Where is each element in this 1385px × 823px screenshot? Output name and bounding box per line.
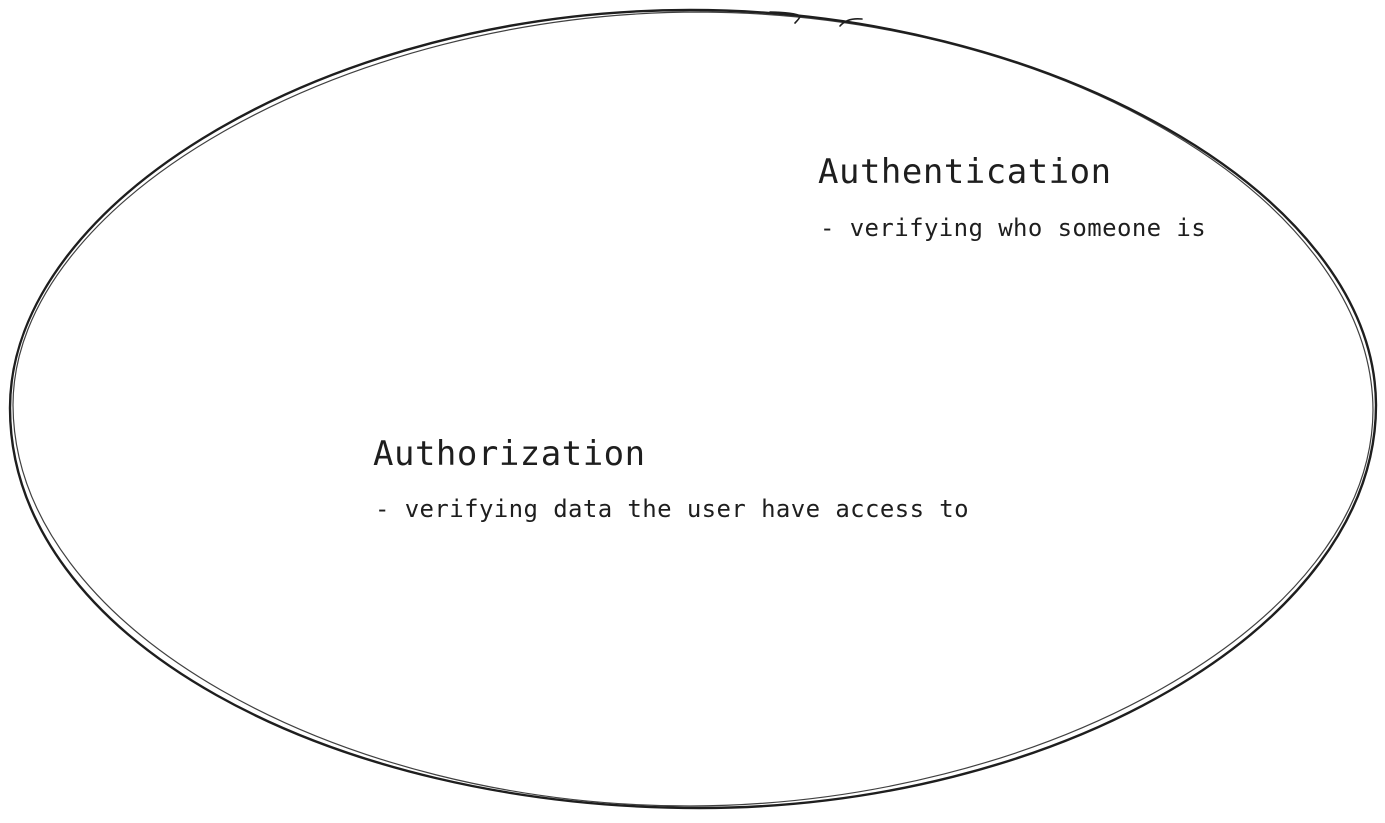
ellipse-layer	[8, 8, 1378, 810]
authentication-title: Authentication	[818, 152, 1112, 192]
authorization-title: Authorization	[373, 434, 646, 474]
authentication-note: - verifying who someone is	[820, 214, 1207, 242]
authorization-note: - verifying data the user have access to	[375, 495, 969, 523]
diagram-canvas: Authentication - verifying who someone i…	[0, 0, 1385, 818]
boundary-ellipse	[8, 8, 1378, 810]
